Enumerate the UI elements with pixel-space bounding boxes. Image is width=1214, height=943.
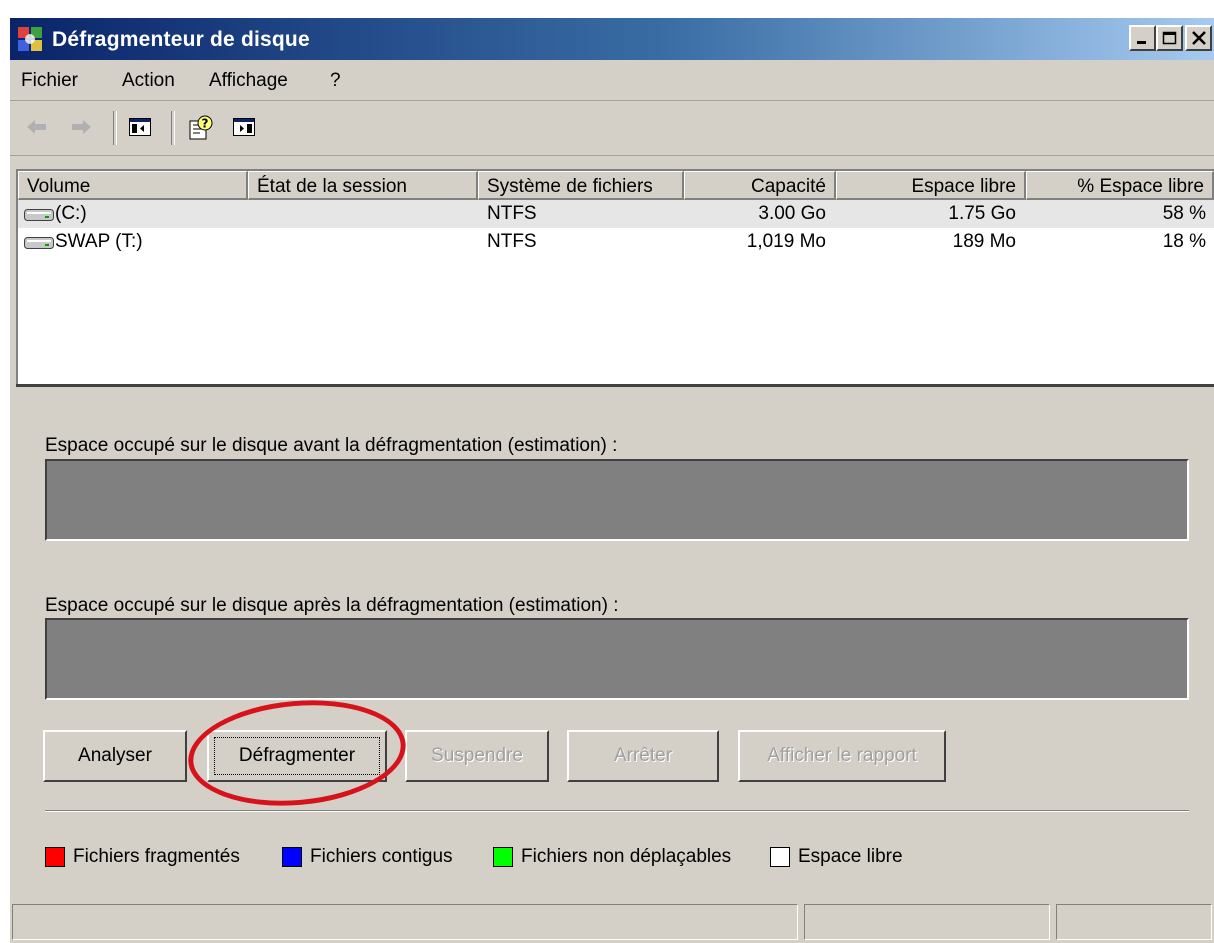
volume-free-space: 189 Mo	[952, 231, 1016, 252]
menu-help[interactable]: ?	[330, 70, 341, 92]
legend-label: Espace libre	[798, 846, 903, 867]
column-header-capacity[interactable]: Capacité	[684, 171, 836, 200]
legend-swatch-red	[45, 847, 65, 867]
stop-button[interactable]: Arrêter	[567, 730, 719, 782]
legend-label: Fichiers non déplaçables	[521, 846, 732, 867]
volume-free-percent: 18 %	[1162, 231, 1206, 252]
column-header-volume[interactable]: Volume	[18, 171, 248, 200]
status-pane-middle	[804, 904, 1050, 940]
after-defrag-display	[45, 618, 1189, 700]
close-button[interactable]	[1185, 25, 1212, 51]
volume-filesystem: NTFS	[487, 203, 537, 224]
before-defrag-display	[45, 459, 1189, 541]
volume-name: SWAP (T:)	[55, 231, 143, 252]
defragmenter-app-icon	[18, 27, 42, 51]
help-icon[interactable]: ?	[188, 115, 214, 141]
maximize-button[interactable]	[1156, 25, 1183, 51]
show-hide-console-tree-icon[interactable]	[128, 115, 152, 139]
column-header-session-state[interactable]: État de la session	[248, 171, 478, 200]
minimize-button[interactable]	[1129, 25, 1156, 51]
volume-row-swap[interactable]: SWAP (T:) NTFS 1,019 Mo 189 Mo 18 %	[18, 228, 1214, 256]
maximize-icon	[1162, 31, 1177, 45]
minimize-icon	[1137, 41, 1146, 44]
column-header-filesystem[interactable]: Système de fichiers	[478, 171, 684, 200]
status-bar	[10, 896, 1214, 943]
defragmenter-window: Défragmenteur de disque Fichier Action A…	[10, 18, 1214, 943]
before-defrag-label: Espace occupé sur le disque avant la déf…	[45, 435, 618, 456]
status-pane-right	[1056, 904, 1212, 940]
toolbar-separator	[171, 111, 175, 145]
status-pane-main	[12, 904, 798, 940]
volume-free-space: 1.75 Go	[948, 203, 1016, 224]
back-arrow-icon[interactable]	[24, 115, 50, 139]
volume-filesystem: NTFS	[487, 231, 537, 252]
volume-capacity: 1,019 Mo	[746, 231, 826, 252]
hard-drive-icon	[24, 209, 54, 221]
pause-button[interactable]: Suspendre	[405, 730, 549, 782]
column-header-free-percent[interactable]: % Espace libre	[1026, 171, 1214, 200]
hard-drive-icon	[24, 237, 54, 249]
volume-list[interactable]: Volume État de la session Système de fic…	[16, 169, 1214, 384]
menu-action[interactable]: Action	[122, 70, 175, 92]
menu-affichage[interactable]: Affichage	[209, 70, 288, 92]
legend-swatch-white	[770, 847, 790, 867]
analyze-button[interactable]: Analyser	[43, 730, 187, 782]
forward-arrow-icon[interactable]	[68, 115, 94, 139]
volume-row-c[interactable]: (C:) NTFS 3.00 Go 1.75 Go 58 %	[18, 200, 1214, 228]
after-defrag-label: Espace occupé sur le disque après la déf…	[45, 595, 619, 616]
window-title: Défragmenteur de disque	[52, 28, 310, 51]
menu-fichier[interactable]: Fichier	[21, 70, 78, 92]
svg-text:?: ?	[202, 117, 209, 131]
volume-name: (C:)	[55, 203, 87, 224]
defragment-button[interactable]: Défragmenter	[207, 730, 387, 782]
column-header-free-space[interactable]: Espace libre	[836, 171, 1026, 200]
legend-swatch-blue	[282, 847, 302, 867]
volume-free-percent: 58 %	[1162, 203, 1206, 224]
close-icon	[1192, 31, 1206, 45]
view-report-button[interactable]: Afficher le rapport	[738, 730, 946, 782]
show-hide-action-pane-icon[interactable]	[232, 115, 256, 139]
separator-line	[45, 810, 1189, 812]
volume-capacity: 3.00 Go	[758, 203, 826, 224]
toolbar: ?	[10, 101, 1214, 156]
legend-label: Fichiers contigus	[310, 846, 453, 867]
pane-splitter[interactable]	[16, 384, 1214, 387]
legend-swatch-green	[493, 847, 513, 867]
legend-label: Fichiers fragmentés	[73, 846, 240, 867]
menu-bar: Fichier Action Affichage ?	[10, 60, 1214, 101]
toolbar-separator	[113, 111, 117, 145]
title-bar[interactable]: Défragmenteur de disque	[10, 18, 1214, 60]
